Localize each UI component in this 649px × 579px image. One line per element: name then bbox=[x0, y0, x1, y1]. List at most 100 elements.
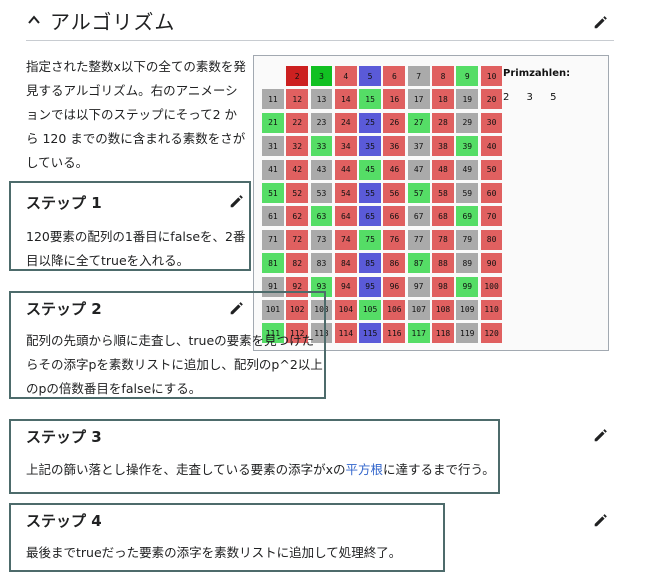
grid-cell: 28 bbox=[432, 112, 454, 133]
grid-cell: 42 bbox=[286, 159, 309, 180]
grid-cell: 35 bbox=[359, 136, 381, 157]
grid-cell: 27 bbox=[407, 112, 430, 133]
grid-cell: 55 bbox=[359, 182, 381, 204]
grid-cell: 104 bbox=[334, 299, 357, 320]
grid-cell: 97 bbox=[407, 276, 430, 297]
grid-cell: 107 bbox=[407, 299, 430, 320]
grid-cell: 36 bbox=[383, 136, 406, 157]
grid-cell: 22 bbox=[286, 112, 309, 133]
edit-step-2-pencil-icon[interactable] bbox=[228, 299, 246, 317]
grid-cell: 120 bbox=[480, 323, 503, 344]
chevron-up-icon[interactable] bbox=[26, 12, 42, 28]
grid-cell: 49 bbox=[456, 159, 479, 180]
grid-cell: 98 bbox=[432, 276, 454, 297]
grid-cell: 50 bbox=[480, 159, 503, 180]
grid-cell: 84 bbox=[334, 253, 357, 274]
grid-cell: 16 bbox=[383, 89, 406, 110]
grid-cell: 5 bbox=[359, 66, 381, 87]
grid-cell-empty bbox=[262, 66, 284, 86]
grid-cell: 114 bbox=[334, 323, 357, 344]
step-1-text: 120要素の配列の1番目にfalseを、2番目以降に全てtrueを入れる。 bbox=[26, 229, 246, 268]
grid-cell: 95 bbox=[359, 276, 381, 297]
grid-cell: 52 bbox=[286, 182, 309, 204]
grid-cell: 61 bbox=[262, 206, 284, 227]
grid-cell: 81 bbox=[262, 253, 284, 274]
grid-cell: 99 bbox=[456, 276, 479, 297]
grid-cell: 45 bbox=[359, 159, 381, 180]
grid-cell: 64 bbox=[334, 206, 357, 227]
grid-cell: 71 bbox=[262, 229, 284, 250]
grid-cell: 4 bbox=[334, 66, 357, 87]
grid-cell: 82 bbox=[286, 253, 309, 274]
edit-step-3-pencil-icon[interactable] bbox=[592, 426, 610, 444]
grid-cell: 74 bbox=[334, 229, 357, 250]
grid-cell: 78 bbox=[432, 229, 454, 250]
grid-cell: 63 bbox=[310, 206, 333, 227]
grid-cell: 39 bbox=[456, 136, 479, 157]
grid-cell: 83 bbox=[310, 253, 333, 274]
grid-cell: 48 bbox=[432, 159, 454, 180]
grid-cell: 76 bbox=[383, 229, 406, 250]
grid-cell: 116 bbox=[383, 323, 406, 344]
grid-cell: 33 bbox=[310, 136, 333, 157]
grid-cell: 15 bbox=[359, 89, 381, 110]
grid-cell: 109 bbox=[456, 299, 479, 320]
step-2-text: 配列の先頭から順に走査し、trueの要素を見つけたらその添字pを素数リストに追加… bbox=[26, 333, 323, 396]
grid-cell: 8 bbox=[432, 66, 454, 87]
grid-cell: 14 bbox=[334, 89, 357, 110]
grid-cell: 9 bbox=[456, 66, 479, 87]
grid-cell: 88 bbox=[432, 253, 454, 274]
grid-cell: 51 bbox=[262, 182, 284, 204]
grid-cell: 18 bbox=[432, 89, 454, 110]
square-root-link[interactable]: 平方根 bbox=[346, 462, 384, 477]
grid-cell: 38 bbox=[432, 136, 454, 157]
grid-cell: 105 bbox=[359, 299, 381, 320]
grid-cell: 94 bbox=[334, 276, 357, 297]
grid-cell: 41 bbox=[262, 159, 284, 180]
step-3-title: ステップ 3 bbox=[26, 428, 102, 446]
grid-cell: 25 bbox=[359, 112, 381, 133]
grid-cell: 77 bbox=[407, 229, 430, 250]
grid-cell: 66 bbox=[383, 206, 406, 227]
grid-cell: 80 bbox=[480, 229, 503, 250]
grid-cell: 75 bbox=[359, 229, 381, 250]
grid-cell: 30 bbox=[480, 112, 503, 133]
intro-paragraph: 指定された整数x以下の全ての素数を発見するアルゴリズム。右のアニメーションでは以… bbox=[26, 59, 246, 170]
grid-cell: 10 bbox=[480, 66, 503, 87]
edit-step-1-pencil-icon[interactable] bbox=[228, 192, 246, 210]
edit-section-pencil-icon[interactable] bbox=[592, 13, 610, 31]
grid-cell: 62 bbox=[286, 206, 309, 227]
grid-cell: 108 bbox=[432, 299, 454, 320]
grid-cell: 79 bbox=[456, 229, 479, 250]
step-1-box: ステップ 1 120要素の配列の1番目にfalseを、2番目以降に全てtrueを… bbox=[9, 181, 251, 271]
step-2-title: ステップ 2 bbox=[26, 300, 102, 318]
grid-cell: 69 bbox=[456, 206, 479, 227]
grid-cell: 17 bbox=[407, 89, 430, 110]
grid-cell: 115 bbox=[359, 323, 381, 344]
edit-step-4-pencil-icon[interactable] bbox=[592, 511, 610, 529]
grid-cell: 12 bbox=[286, 89, 309, 110]
step-3-text-after: に達するまで行う。 bbox=[383, 462, 495, 477]
step-1-title: ステップ 1 bbox=[26, 194, 102, 212]
grid-cell: 85 bbox=[359, 253, 381, 274]
grid-cell: 6 bbox=[383, 66, 406, 87]
grid-cell: 11 bbox=[262, 89, 284, 110]
step-4-text: 最後までtrueだった要素の添字を素数リストに追加して処理終了。 bbox=[26, 545, 402, 560]
grid-cell: 117 bbox=[407, 323, 430, 344]
grid-cell: 44 bbox=[334, 159, 357, 180]
step-3-text: 上記の篩い落とし操作を、走査している要素の添字がxの平方根に達するまで行う。 bbox=[26, 458, 496, 482]
grid-cell: 119 bbox=[456, 323, 479, 344]
grid-cell: 32 bbox=[286, 136, 309, 157]
grid-cell: 96 bbox=[383, 276, 406, 297]
step-3-box: ステップ 3 上記の篩い落とし操作を、走査している要素の添字がxの平方根に達する… bbox=[9, 419, 500, 494]
grid-cell: 110 bbox=[480, 299, 503, 320]
grid-cell: 118 bbox=[432, 323, 454, 344]
grid-cell: 68 bbox=[432, 206, 454, 227]
legend-title: Primzahlen: bbox=[503, 68, 571, 79]
grid-cell: 59 bbox=[456, 182, 479, 204]
step-2-box: ステップ 2 配列の先頭から順に走査し、trueの要素を見つけたらその添字pを素… bbox=[9, 291, 326, 399]
grid-cell: 7 bbox=[407, 66, 430, 87]
grid-cell: 57 bbox=[407, 182, 430, 204]
grid-cell: 23 bbox=[310, 112, 333, 133]
grid-cell: 40 bbox=[480, 136, 503, 157]
